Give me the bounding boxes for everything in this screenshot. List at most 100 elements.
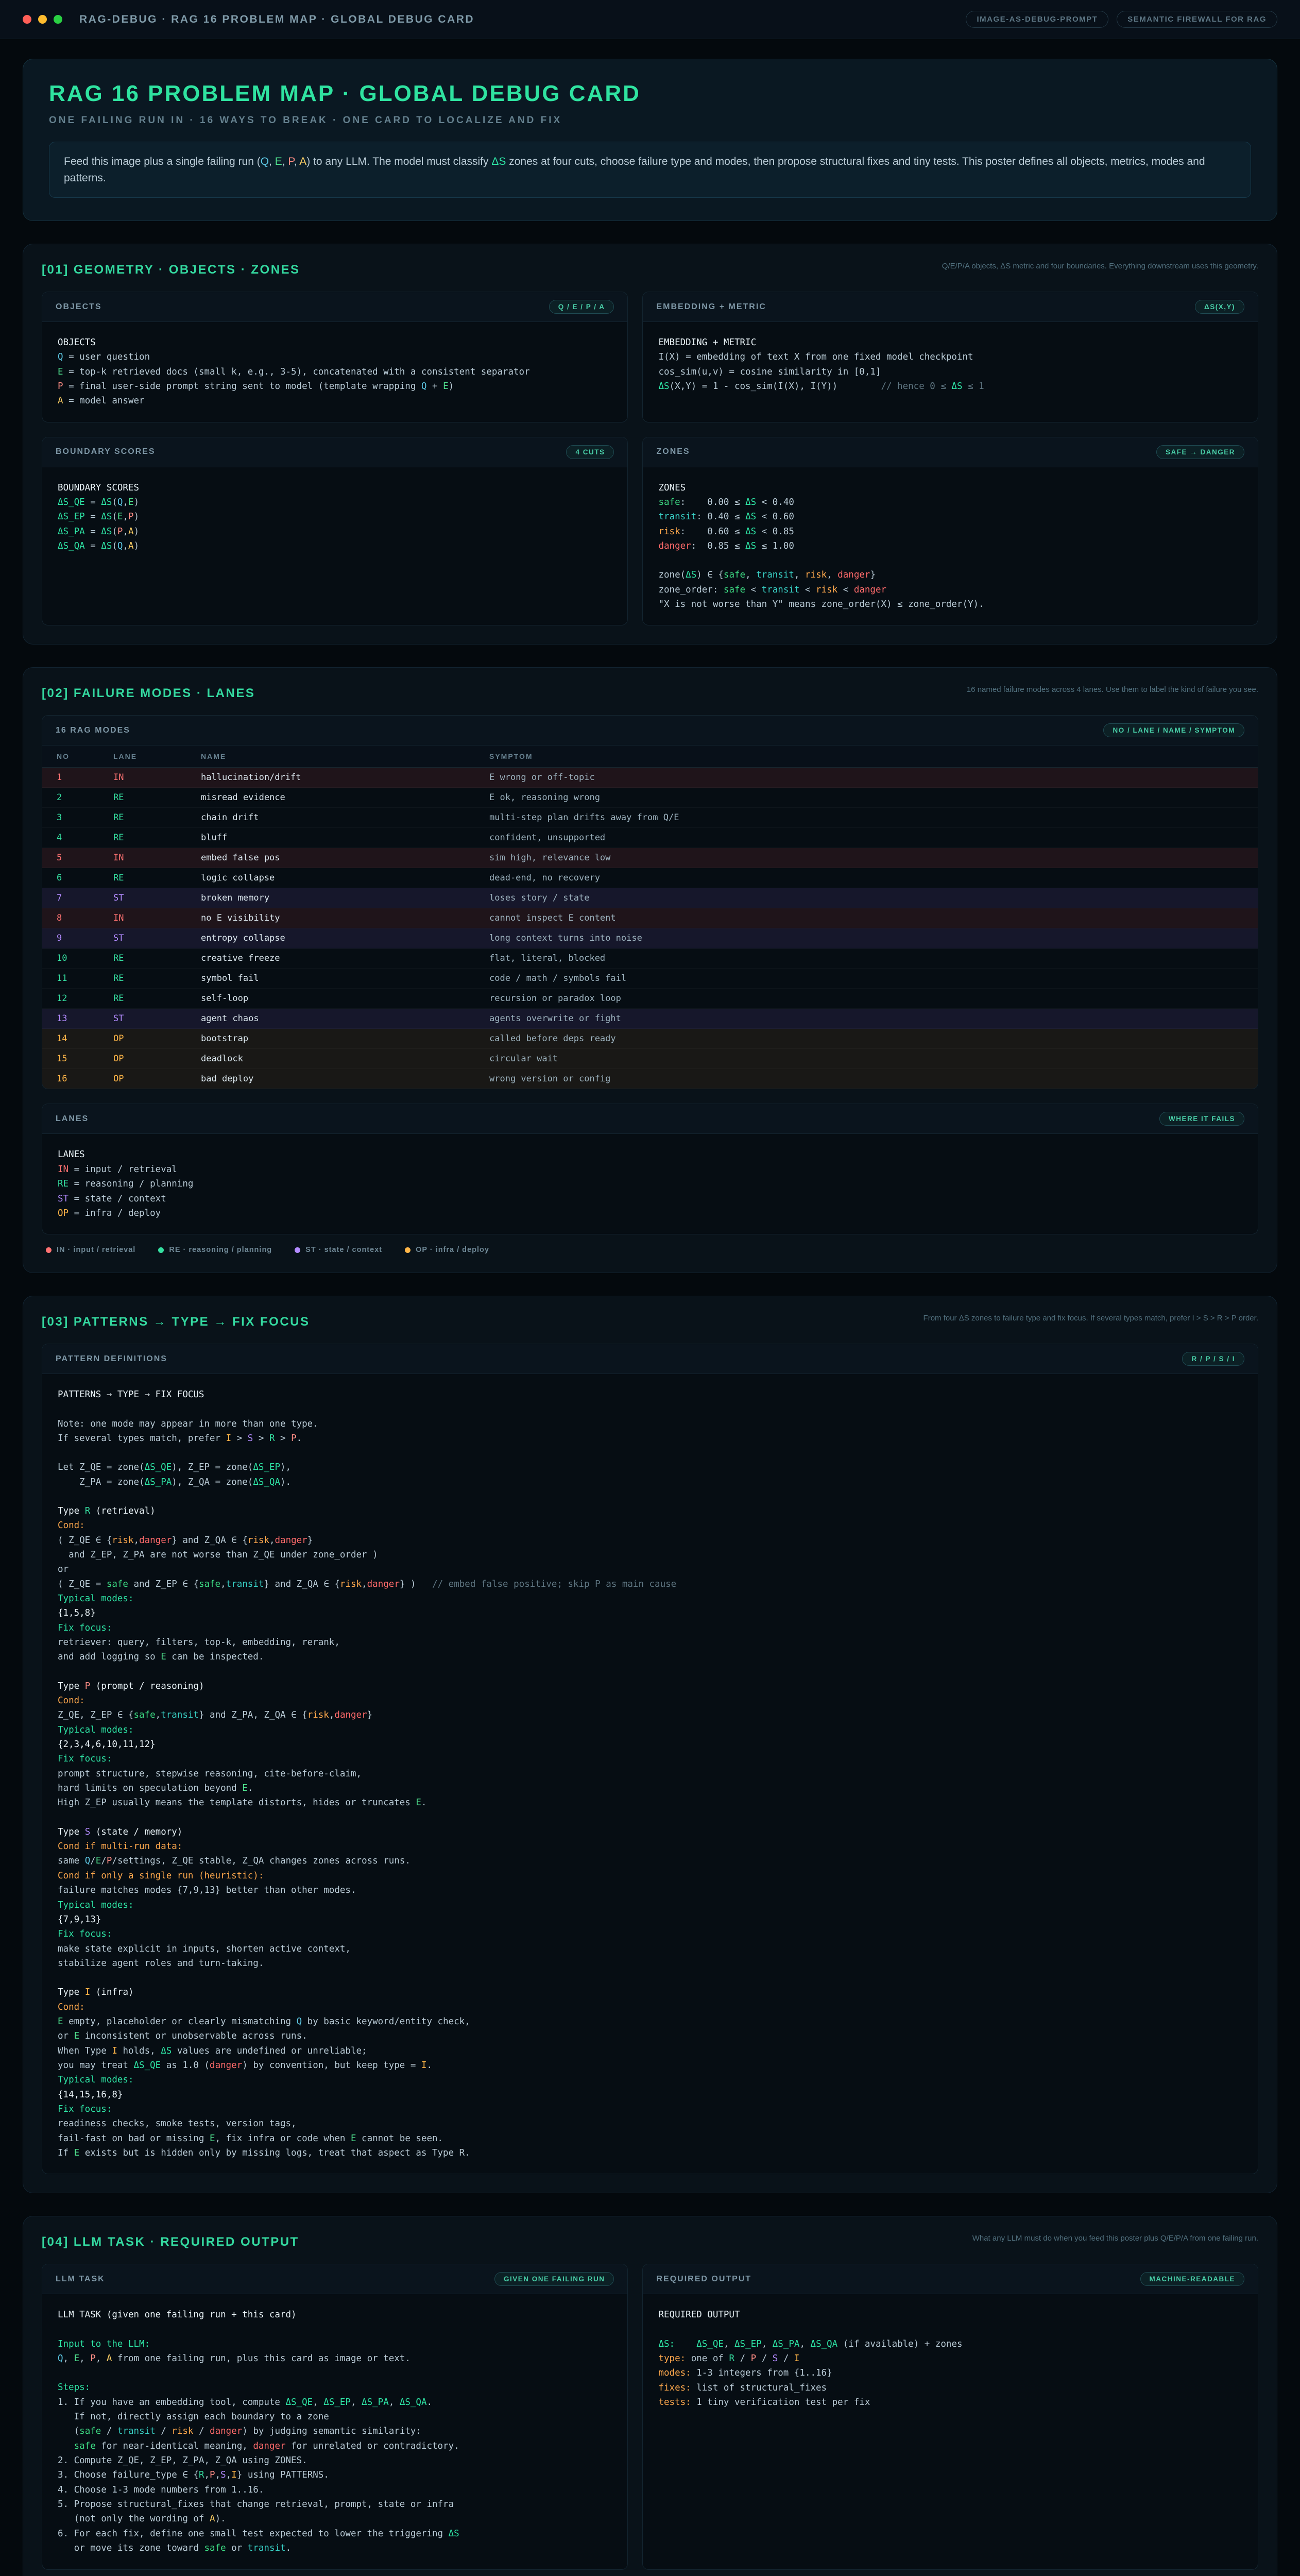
- code-segment: RE: [58, 1179, 69, 1189]
- code-line: Type S (state / memory): [58, 1825, 1242, 1839]
- code-segment: ,: [123, 512, 128, 522]
- code-segment: (: [58, 2426, 79, 2436]
- code-segment: risk: [307, 1710, 329, 1720]
- code-line: Cond if only a single run (heuristic):: [58, 1869, 1242, 1883]
- code-segment: E: [96, 1856, 101, 1866]
- embedding-panel: EMBEDDING + METRIC ΔS(X,Y) EMBEDDING + M…: [642, 292, 1258, 422]
- code-segment: .: [248, 1783, 253, 1793]
- code-segment: ,: [269, 156, 275, 167]
- code-segment: Input to the LLM:: [58, 2339, 150, 2349]
- code-segment: Typical modes:: [58, 2075, 134, 2085]
- cell-name: hallucination/drift: [201, 772, 489, 783]
- code-segment: } and Z_PA, Z_QA ∈ {: [199, 1710, 307, 1720]
- code-segment: (infra): [90, 1987, 133, 1997]
- section-header: [02] FAILURE MODES · LANES 16 named fail…: [42, 684, 1258, 701]
- cell-symptom: E ok, reasoning wrong: [489, 792, 1243, 803]
- code-segment: ,: [134, 1535, 140, 1546]
- code-line: (safe / transit / risk / danger) by judg…: [58, 2424, 612, 2438]
- cell-name: symbol fail: [201, 973, 489, 984]
- cell-no: 16: [57, 1074, 113, 1084]
- code-segment: /: [734, 2353, 751, 2364]
- code-line: [58, 1489, 1242, 1504]
- hero-card: RAG 16 PROBLEM MAP · GLOBAL DEBUG CARD O…: [23, 59, 1277, 221]
- code-segment: ΔS: [658, 381, 669, 392]
- code-segment: >: [231, 1433, 248, 1444]
- code-segment: : 0.85 ≤: [691, 541, 745, 551]
- code-segment: [58, 2441, 74, 2451]
- table-row: 15OPdeadlockcircular wait: [42, 1049, 1258, 1069]
- window-close-icon: [23, 15, 31, 24]
- code-line: OP = infra / deploy: [58, 1206, 1242, 1221]
- code-segment: danger: [210, 2426, 242, 2436]
- code-segment: ), Z_QA = zone(: [172, 1477, 253, 1487]
- code-segment: Type: [58, 1681, 85, 1691]
- cell-name: deadlock: [201, 1054, 489, 1064]
- code-segment: ,: [63, 2353, 74, 2364]
- code-segment: danger: [658, 541, 691, 551]
- code-line: [58, 2323, 612, 2337]
- code-line: [658, 2323, 1242, 2337]
- code-segment: danger: [253, 2441, 285, 2451]
- code-line: 5. Propose structural_fixes that change …: [58, 2497, 612, 2512]
- cell-no: 10: [57, 953, 113, 963]
- code-segment: LANES: [58, 1149, 85, 1160]
- code-line: Cond if multi-run data:: [58, 1839, 1242, 1854]
- code-segment: ΔS: [161, 2046, 172, 2056]
- code-segment: ,: [204, 2470, 210, 2480]
- cell-lane: ST: [113, 893, 201, 903]
- cell-no: 3: [57, 812, 113, 823]
- code-segment: BOUNDARY SCORES: [58, 483, 139, 493]
- code-segment: ΔS: [745, 497, 756, 507]
- code-segment: (retrieval): [90, 1506, 155, 1516]
- code-segment: E: [275, 156, 282, 167]
- table-row: 11REsymbol failcode / math / symbols fai…: [42, 969, 1258, 989]
- code-segment: Typical modes:: [58, 1725, 134, 1735]
- cell-no: 15: [57, 1054, 113, 1064]
- table-row: 14OPbootstrapcalled before deps ready: [42, 1029, 1258, 1049]
- code-line: or E inconsistent or unobservable across…: [58, 2029, 1242, 2043]
- code-segment: transit: [226, 1579, 264, 1589]
- code-segment: (if available) + zones: [837, 2339, 962, 2349]
- code-line: same Q/E/P/settings, Z_QE stable, Z_QA c…: [58, 1854, 1242, 1868]
- code-segment: 3. Choose failure_type ∈ {: [58, 2470, 199, 2480]
- cell-no: 12: [57, 993, 113, 1004]
- code-segment: E: [128, 497, 134, 507]
- code-segment: ,: [123, 497, 128, 507]
- lane-dot-icon: [295, 1247, 300, 1253]
- code-segment: (: [112, 512, 117, 522]
- code-segment: /: [778, 2353, 794, 2364]
- code-segment: R: [729, 2353, 734, 2364]
- code-segment: ,: [96, 2353, 107, 2364]
- code-segment: {7,9,13}: [58, 1914, 101, 1925]
- code-segment: I: [421, 2060, 427, 2071]
- section-title-geometry: [01] GEOMETRY · OBJECTS · ZONES: [42, 261, 300, 277]
- code-segment: =: [85, 512, 101, 522]
- code-line: Z_QE, Z_EP ∈ {safe,transit} and Z_PA, Z_…: [58, 1708, 1242, 1722]
- code-segment: = model answer: [63, 396, 145, 406]
- cell-lane: RE: [113, 973, 201, 984]
- code-segment: (not only the wording of: [58, 2514, 210, 2524]
- section-title-patterns: [03] PATTERNS → TYPE → FIX FOCUS: [42, 1313, 310, 1329]
- code-line: fixes: list of structural_fixes: [658, 2381, 1242, 2395]
- code-segment: ΔS_QE: [134, 2060, 161, 2071]
- code-segment: ΔS: [686, 570, 696, 580]
- code-segment: Steps:: [58, 2382, 90, 2393]
- code-segment: list of structural_fixes: [691, 2383, 827, 2393]
- code-segment: danger: [854, 585, 886, 595]
- code-segment: A: [299, 156, 306, 167]
- code-segment: : 0.40 ≤: [696, 512, 745, 522]
- code-segment: <: [745, 585, 762, 595]
- code-line: Typical modes:: [58, 1591, 1242, 1606]
- code-segment: ΔS: [951, 381, 962, 392]
- cell-name: entropy collapse: [201, 933, 489, 943]
- code-segment: Fix focus:: [58, 2104, 112, 2114]
- legend-label: RE · reasoning / planning: [169, 1246, 272, 1254]
- panel-badge: 4 CUTS: [566, 445, 614, 459]
- code-segment: ΔS: [745, 512, 756, 522]
- code-segment: empty, placeholder or clearly mismatchin…: [63, 2016, 297, 2027]
- code-segment: I(X) = embedding of text X from one fixe…: [658, 352, 973, 362]
- code-line: A = model answer: [58, 394, 612, 408]
- panel-title: EMBEDDING + METRIC: [656, 302, 766, 312]
- code-segment: prompt structure, stepwise reasoning, ci…: [58, 1769, 362, 1779]
- section-title-failure-modes: [02] FAILURE MODES · LANES: [42, 684, 255, 701]
